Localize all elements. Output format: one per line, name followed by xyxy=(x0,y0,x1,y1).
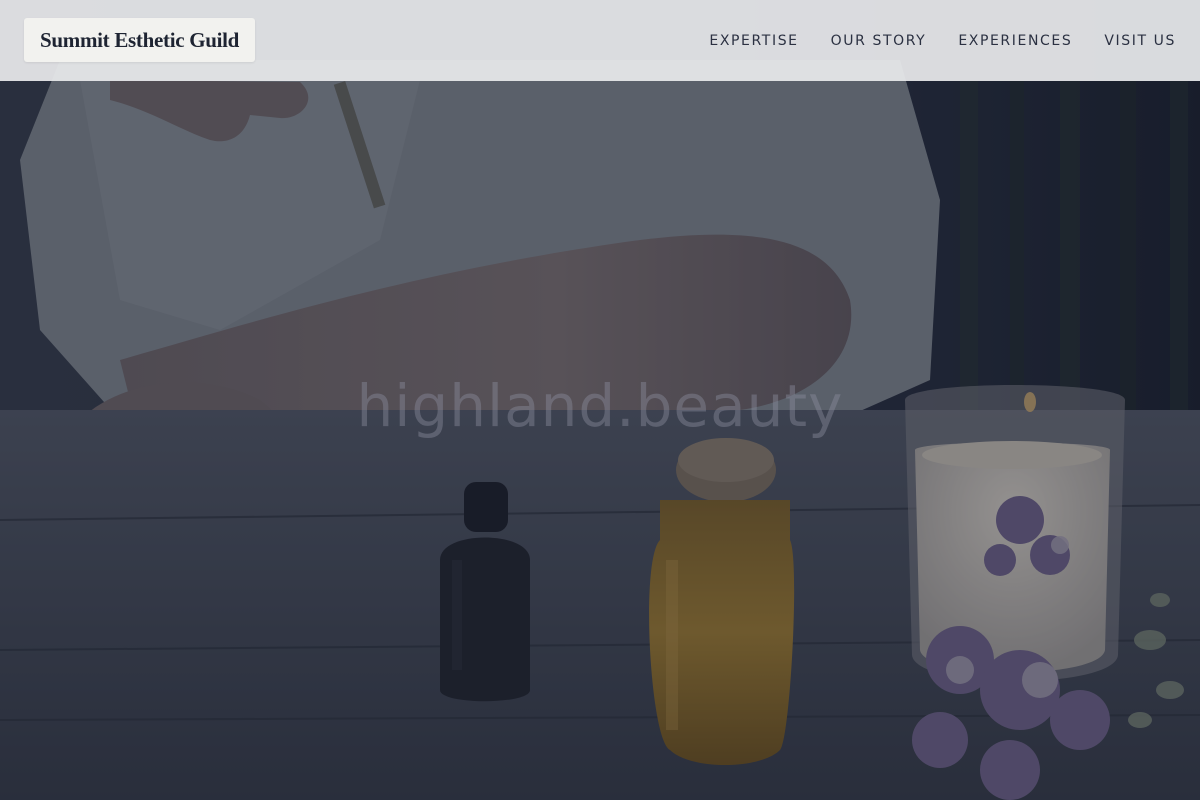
nav-link-visit-us[interactable]: VISIT US xyxy=(1104,33,1176,49)
main-nav: EXPERTISE OUR STORY EXPERIENCES VISIT US xyxy=(709,0,1176,81)
nav-link-expertise[interactable]: EXPERTISE xyxy=(709,33,798,49)
top-navbar: Summit Esthetic Guild EXPERTISE OUR STOR… xyxy=(0,0,1200,81)
nav-link-our-story[interactable]: OUR STORY xyxy=(831,33,927,49)
hero-image xyxy=(0,0,1200,800)
brand-logo[interactable]: Summit Esthetic Guild xyxy=(24,18,256,62)
page: highland.beauty Summit Esthetic Guild EX… xyxy=(0,0,1200,800)
nav-link-experiences[interactable]: EXPERIENCES xyxy=(958,33,1072,49)
